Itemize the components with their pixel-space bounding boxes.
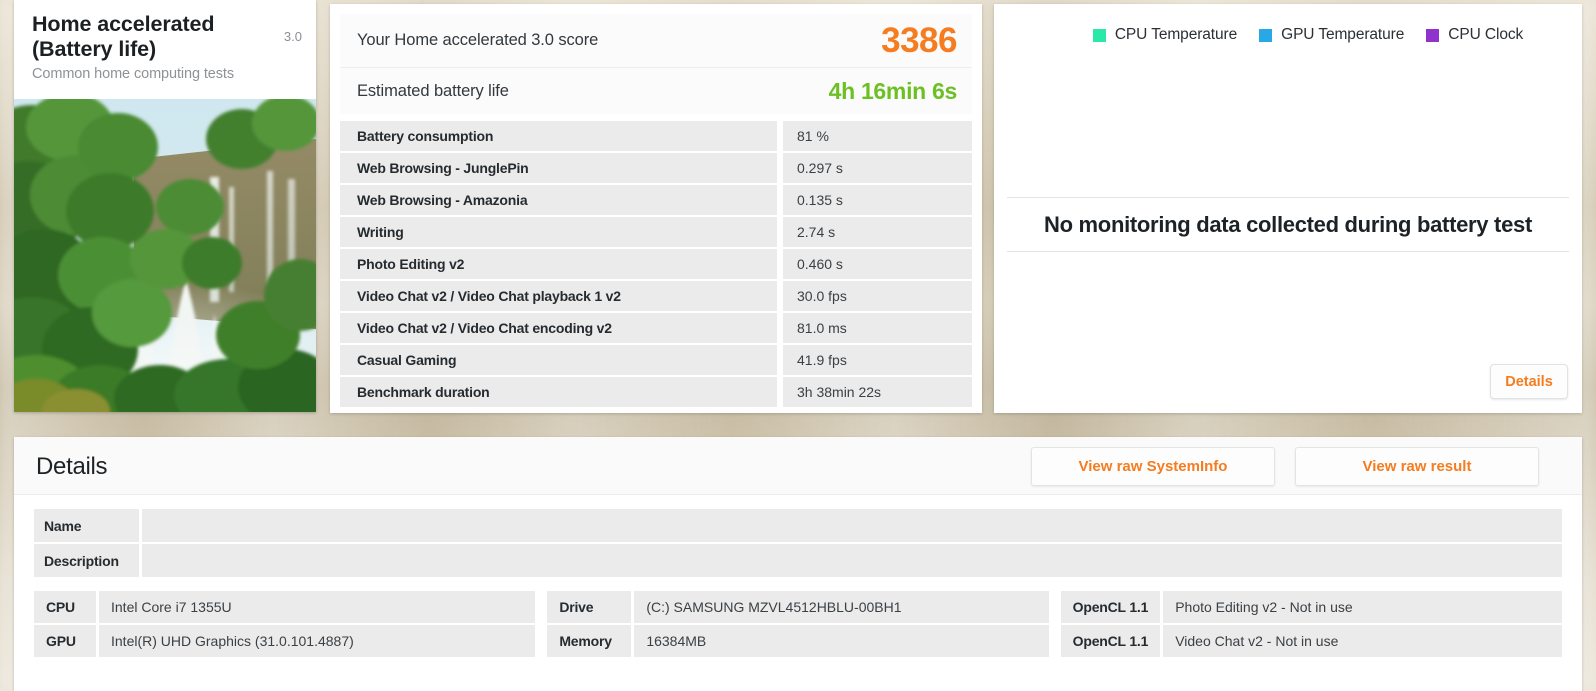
details-button[interactable]: Details [1490,364,1568,399]
result-name: Casual Gaming [340,345,777,377]
result-value: 30.0 fps [783,281,972,313]
result-name: Video Chat v2 / Video Chat playback 1 v2 [340,281,777,313]
battery-life-label: Estimated battery life [357,81,509,100]
score-panel: Your Home accelerated 3.0 score 3386 Est… [330,4,982,413]
result-name: Web Browsing - Amazonia [340,185,777,217]
result-name: Photo Editing v2 [340,249,777,281]
table-row: Name [34,509,1562,542]
result-value: 41.9 fps [783,345,972,377]
table-row: Web Browsing - JunglePin 0.297 s [340,153,972,185]
empty-message-text: No monitoring data collected during batt… [1044,212,1532,237]
table-row: Benchmark duration 3h 38min 22s [340,377,972,409]
test-card-version: 3.0 [283,29,302,44]
details-title: Details [36,453,108,480]
test-card-subtitle: Common home computing tests [32,66,234,82]
results-table: Battery consumption 81 % Web Browsing - … [340,121,972,409]
table-row: Video Chat v2 / Video Chat encoding v2 8… [340,313,972,345]
table-row: OpenCL 1.1 Video Chat v2 - Not in use [1060,625,1562,657]
test-card: Home accelerated (Battery life) 3.0 Comm… [14,0,316,412]
result-name: Writing [340,217,777,249]
result-value: 0.297 s [783,153,972,185]
table-row: Writing 2.74 s [340,217,972,249]
table-row: Description [34,544,1562,577]
test-card-title: Home accelerated (Battery life) [32,12,215,61]
spec-key-memory: Memory [547,625,632,657]
table-row: OpenCL 1.1 Photo Editing v2 - Not in use [1060,591,1562,623]
meta-table: Name Description [14,495,1582,577]
spec-column-opencl: OpenCL 1.1 Photo Editing v2 - Not in use… [1060,591,1562,659]
spec-column-drive-memory: Drive (C:) SAMSUNG MZVL4512HBLU-00BH1 Me… [547,591,1049,659]
legend-swatch-icon [1426,28,1440,42]
details-header: Details View raw SystemInfo View raw res… [14,437,1582,495]
battery-life-value: 4h 16min 6s [828,77,958,104]
table-row: Casual Gaming 41.9 fps [340,345,972,377]
result-name: Web Browsing - JunglePin [340,153,777,185]
spec-value-opencl-videochat: Video Chat v2 - Not in use [1163,625,1562,657]
empty-chart-message: No monitoring data collected during batt… [1007,197,1569,252]
top-region: Home accelerated (Battery life) 3.0 Comm… [0,0,1596,417]
monitoring-panel: CPU Temperature GPU Temperature CPU Cloc… [994,4,1582,413]
legend-label: GPU Temperature [1281,26,1405,43]
details-panel: Details View raw SystemInfo View raw res… [14,437,1582,691]
legend-item-cpu-clock[interactable]: CPU Clock [1426,26,1523,44]
spec-key-opencl-videochat: OpenCL 1.1 [1060,625,1161,657]
result-value: 81 % [783,121,972,153]
spec-column-cpu-gpu: CPU Intel Core i7 1355U GPU Intel(R) UHD… [34,591,536,659]
spec-value-memory: 16384MB [634,625,1049,657]
result-name: Video Chat v2 / Video Chat encoding v2 [340,313,777,345]
overall-score-row: Your Home accelerated 3.0 score 3386 [340,14,972,68]
legend-label: CPU Temperature [1114,26,1238,43]
result-value: 3h 38min 22s [783,377,972,409]
spec-key-gpu: GPU [34,625,96,657]
overall-score-label: Your Home accelerated 3.0 score [357,31,599,49]
spec-key-opencl-photo: OpenCL 1.1 [1060,591,1161,623]
waterfall-photo [14,99,316,412]
table-row: Video Chat v2 / Video Chat playback 1 v2… [340,281,972,313]
spec-value-drive: (C:) SAMSUNG MZVL4512HBLU-00BH1 [634,591,1049,623]
spec-value-opencl-photo: Photo Editing v2 - Not in use [1163,591,1562,623]
spec-key-drive: Drive [547,591,632,623]
result-value: 0.460 s [783,249,972,281]
spec-key-cpu: CPU [34,591,96,623]
table-row: Battery consumption 81 % [340,121,972,153]
meta-key: Name [34,509,139,542]
table-row: Memory 16384MB [547,625,1049,657]
table-row: Photo Editing v2 0.460 s [340,249,972,281]
meta-key: Description [34,544,139,577]
view-raw-systeminfo-button[interactable]: View raw SystemInfo [1031,447,1275,486]
result-name: Battery consumption [340,121,777,153]
meta-value-name[interactable] [142,509,1562,542]
result-value: 81.0 ms [783,313,972,345]
table-row: Web Browsing - Amazonia 0.135 s [340,185,972,217]
table-row: GPU Intel(R) UHD Graphics (31.0.101.4887… [34,625,536,657]
battery-life-row: Estimated battery life 4h 16min 6s [340,68,972,114]
chart-legend: CPU Temperature GPU Temperature CPU Cloc… [994,4,1582,66]
view-raw-result-button[interactable]: View raw result [1295,447,1539,486]
spec-value-cpu: Intel Core i7 1355U [99,591,536,623]
legend-swatch-icon [1259,28,1273,42]
legend-item-cpu-temperature[interactable]: CPU Temperature [1092,26,1238,44]
result-value: 2.74 s [783,217,972,249]
result-name: Benchmark duration [340,377,777,409]
legend-item-gpu-temperature[interactable]: GPU Temperature [1259,26,1404,44]
overall-score-value: 3386 [881,20,957,60]
table-row: CPU Intel Core i7 1355U [34,591,536,623]
legend-swatch-icon [1092,28,1106,42]
divider [1007,251,1569,252]
table-row: Drive (C:) SAMSUNG MZVL4512HBLU-00BH1 [547,591,1049,623]
result-value: 0.135 s [783,185,972,217]
system-spec-grid: CPU Intel Core i7 1355U GPU Intel(R) UHD… [14,579,1582,659]
meta-value-description[interactable] [142,544,1562,577]
legend-label: CPU Clock [1448,26,1524,43]
test-card-header: Home accelerated (Battery life) 3.0 Comm… [14,0,316,99]
spec-value-gpu: Intel(R) UHD Graphics (31.0.101.4887) [99,625,536,657]
